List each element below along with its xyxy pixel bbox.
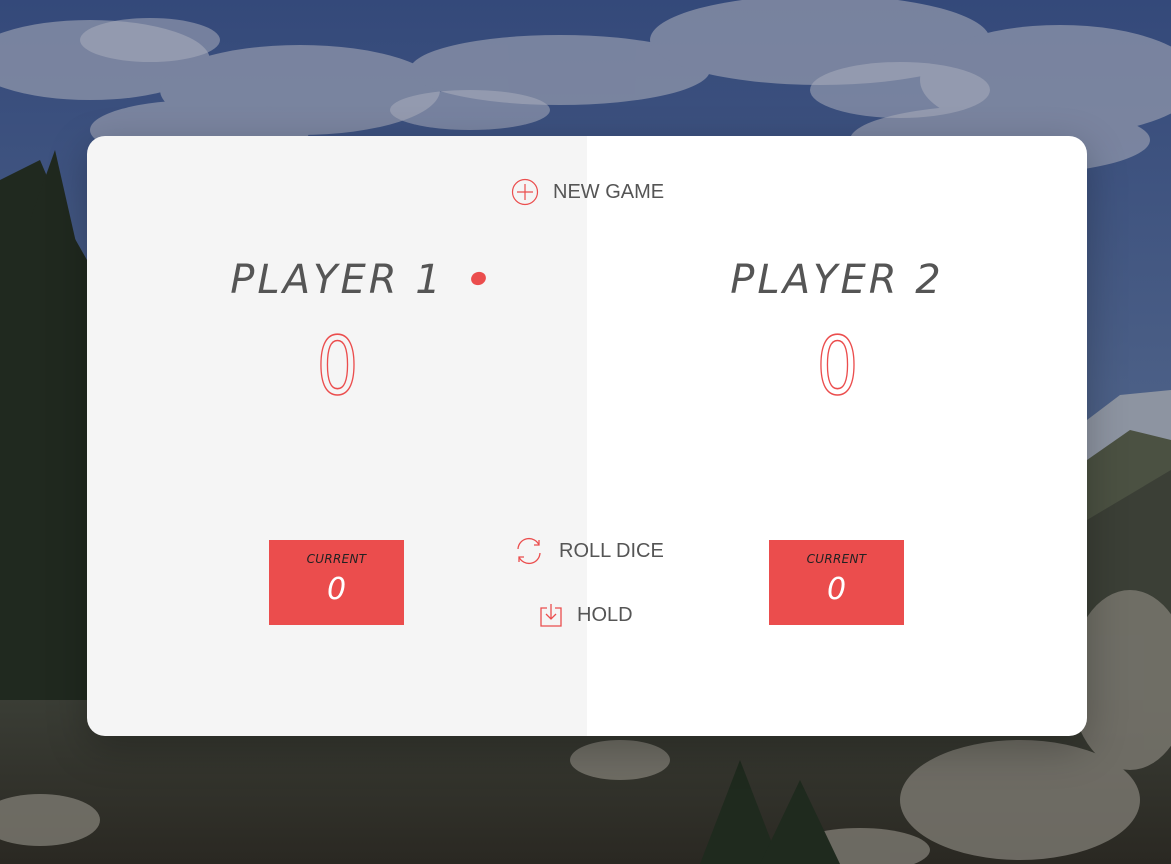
new-game-label: NEW GAME xyxy=(553,180,665,203)
roll-dice-button[interactable]: ROLL DICE xyxy=(513,536,664,566)
refresh-icon xyxy=(513,536,545,566)
player-1-panel: PLAYER 1 0 CURRENT 0 xyxy=(87,136,587,736)
player-1-name: PLAYER 1 xyxy=(230,257,444,303)
active-dot-icon xyxy=(468,269,488,288)
game-panel: PLAYER 1 0 CURRENT 0 PLAYER 2 0 CURRENT … xyxy=(87,136,1087,736)
download-icon xyxy=(539,602,563,628)
player-2-current-box: CURRENT 0 xyxy=(769,540,904,625)
hold-label: HOLD xyxy=(577,603,633,626)
player-2-current-score: 0 xyxy=(826,572,847,607)
player-2-current-label: CURRENT xyxy=(806,552,867,566)
hold-button[interactable]: HOLD xyxy=(539,602,633,628)
player-1-current-box: CURRENT 0 xyxy=(269,540,404,625)
plus-circle-icon xyxy=(511,178,539,206)
player-2-panel: PLAYER 2 0 CURRENT 0 xyxy=(587,136,1087,736)
player-1-current-score: 0 xyxy=(326,572,347,607)
player-1-current-label: CURRENT xyxy=(306,552,367,566)
roll-dice-label: ROLL DICE xyxy=(559,539,664,562)
player-2-score: 0 xyxy=(815,320,858,413)
player-2-name: PLAYER 2 xyxy=(730,257,944,303)
player-1-score: 0 xyxy=(315,320,358,413)
new-game-button[interactable]: NEW GAME xyxy=(511,178,664,206)
